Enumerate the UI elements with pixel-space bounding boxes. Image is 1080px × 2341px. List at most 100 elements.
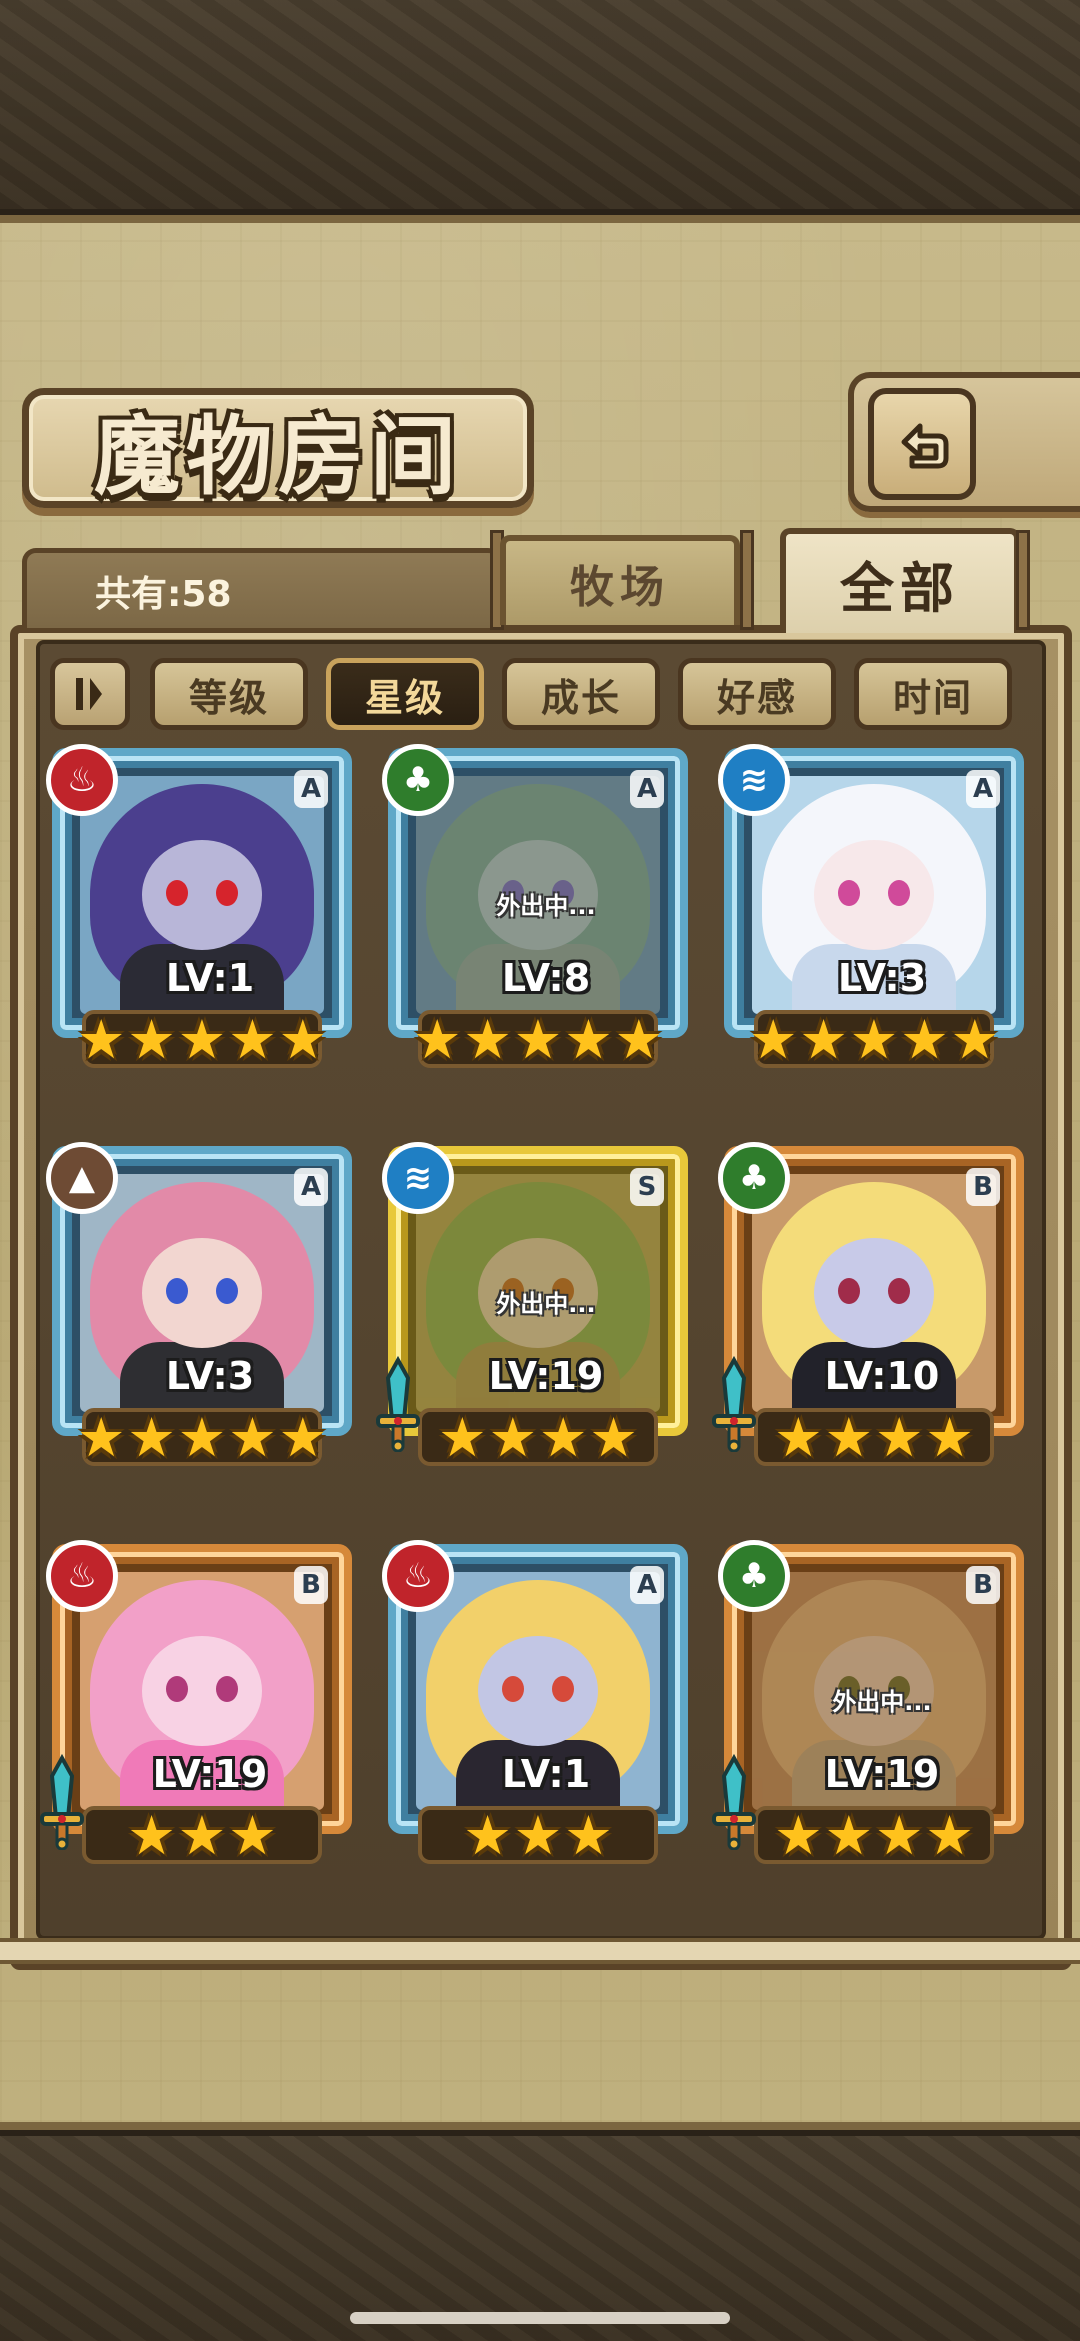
rank-badge: B [294, 1566, 328, 1604]
sort-order-toggle[interactable] [50, 658, 130, 730]
monster-level: LV:8 [501, 956, 591, 1000]
star-icon: ★ [799, 1008, 848, 1071]
star-rating: ★ ★ ★ ★ [724, 1408, 1024, 1468]
tab-all-label: 全部 [840, 557, 960, 620]
monster-level: LV:3 [837, 956, 927, 1000]
star-icon: ★ [228, 1008, 277, 1071]
monster-level: LV:19 [152, 1752, 268, 1796]
fire-element-icon: ♨ [46, 1540, 118, 1612]
star-icon: ★ [900, 1008, 949, 1071]
star-rating: ★ ★ ★ ★ ★ [724, 1010, 1024, 1070]
monster-level: LV:1 [501, 1752, 591, 1796]
monster-level: LV:19 [824, 1752, 940, 1796]
away-status-label: 外出中... [496, 1290, 596, 1318]
star-icon: ★ [412, 1008, 462, 1071]
star-icon: ★ [228, 1804, 277, 1867]
star-icon: ★ [849, 1008, 899, 1071]
star-icon: ★ [824, 1804, 873, 1867]
tab-ranch[interactable]: 牧场 [500, 535, 740, 625]
monster-count: 共有:58 [22, 548, 502, 628]
map-background-bottom [0, 2130, 1080, 2341]
monster-card[interactable]: B LV:19 ♨ ★ ★ ★ [40, 1540, 352, 1869]
sort-level-label: 等级 [188, 675, 269, 720]
monster-card[interactable]: A LV:1 ♨ ★ ★ ★ [382, 1540, 688, 1869]
star-icon: ★ [539, 1406, 588, 1469]
home-indicator[interactable] [350, 2312, 730, 2324]
away-status-label: 外出中... [496, 892, 596, 920]
tab-post [740, 530, 754, 630]
star-icon: ★ [513, 1804, 563, 1867]
star-rating: ★ ★ ★ ★ ★ [388, 1010, 688, 1070]
rank-badge: B [966, 1168, 1000, 1206]
star-rating: ★ ★ ★ [388, 1806, 688, 1866]
sword-equipped-icon [40, 1754, 84, 1850]
sort-growth-button[interactable]: 成长 [502, 658, 660, 730]
monster-level: LV:3 [165, 1354, 255, 1398]
rank-badge: A [294, 1168, 328, 1206]
monster-card[interactable]: S 外出中... LV:19 ≋ ★ ★ ★ ★ [376, 1142, 688, 1471]
sword-equipped-icon [712, 1356, 756, 1452]
star-icon: ★ [127, 1008, 176, 1071]
star-rating: ★ ★ ★ ★ ★ [52, 1010, 352, 1070]
star-icon: ★ [278, 1008, 328, 1071]
away-status-label: 外出中... [832, 1688, 932, 1716]
monster-card[interactable]: A 外出中... LV:8 ♣ ★ ★ ★ ★ ★ [382, 744, 688, 1073]
rank-badge: A [966, 770, 1000, 808]
star-icon: ★ [177, 1406, 227, 1469]
tab-all[interactable]: 全部 [780, 528, 1020, 633]
monster-card[interactable]: A LV:1 ♨ ★ ★ ★ ★ ★ [46, 744, 352, 1073]
monster-card[interactable]: B 外出中... LV:19 ♣ ★ ★ ★ ★ [712, 1540, 1024, 1869]
title-banner: 魔物房间 [22, 388, 534, 508]
fire-element-icon: ♨ [382, 1540, 454, 1612]
bottom-rail [0, 1938, 1080, 1964]
star-icon: ★ [177, 1008, 227, 1071]
monster-card[interactable]: A LV:3 ≋ ★ ★ ★ ★ ★ [718, 744, 1024, 1073]
star-rating: ★ ★ ★ [52, 1806, 352, 1866]
rank-badge: A [630, 1566, 664, 1604]
leaf-element-icon: ♣ [382, 744, 454, 816]
sort-time-button[interactable]: 时间 [854, 658, 1012, 730]
star-icon: ★ [614, 1008, 664, 1071]
star-icon: ★ [875, 1804, 924, 1867]
monster-level: LV:10 [824, 1354, 940, 1398]
rank-badge: S [630, 1168, 664, 1206]
sort-affection-button[interactable]: 好感 [678, 658, 836, 730]
rank-badge: A [630, 770, 664, 808]
star-icon: ★ [177, 1804, 227, 1867]
monster-card[interactable]: B LV:10 ♣ ★ ★ ★ ★ [712, 1142, 1024, 1471]
star-icon: ★ [278, 1406, 328, 1469]
leaf-element-icon: ♣ [718, 1540, 790, 1612]
star-icon: ★ [589, 1406, 638, 1469]
star-icon: ★ [127, 1804, 176, 1867]
back-button-holder [848, 372, 1080, 512]
back-button[interactable] [868, 388, 976, 500]
monster-level: LV:19 [488, 1354, 604, 1398]
page-title: 魔物房间 [94, 406, 462, 507]
leaf-element-icon: ♣ [718, 1142, 790, 1214]
star-icon: ★ [875, 1406, 924, 1469]
star-icon: ★ [774, 1406, 823, 1469]
sword-equipped-icon [712, 1754, 756, 1850]
star-rating: ★ ★ ★ ★ ★ [52, 1408, 352, 1468]
sort-level-button[interactable]: 等级 [150, 658, 308, 730]
water-element-icon: ≋ [382, 1142, 454, 1214]
star-icon: ★ [564, 1008, 613, 1071]
sort-star-label: 星级 [364, 675, 445, 720]
tab-post [1016, 530, 1030, 630]
star-icon: ★ [488, 1406, 537, 1469]
star-icon: ★ [774, 1804, 823, 1867]
star-rating: ★ ★ ★ ★ [724, 1806, 1024, 1866]
monster-level: LV:1 [165, 956, 255, 1000]
monster-card[interactable]: A LV:3 ▲ ★ ★ ★ ★ ★ [46, 1142, 352, 1471]
star-icon: ★ [228, 1406, 277, 1469]
fire-element-icon: ♨ [46, 744, 118, 816]
star-icon: ★ [127, 1406, 176, 1469]
star-icon: ★ [925, 1406, 974, 1469]
star-icon: ★ [513, 1008, 563, 1071]
sort-star-button[interactable]: 星级 [326, 658, 484, 730]
star-rating: ★ ★ ★ ★ [388, 1408, 688, 1468]
star-icon: ★ [438, 1406, 487, 1469]
star-icon: ★ [463, 1008, 512, 1071]
rank-badge: B [966, 1566, 1000, 1604]
rank-badge: A [294, 770, 328, 808]
